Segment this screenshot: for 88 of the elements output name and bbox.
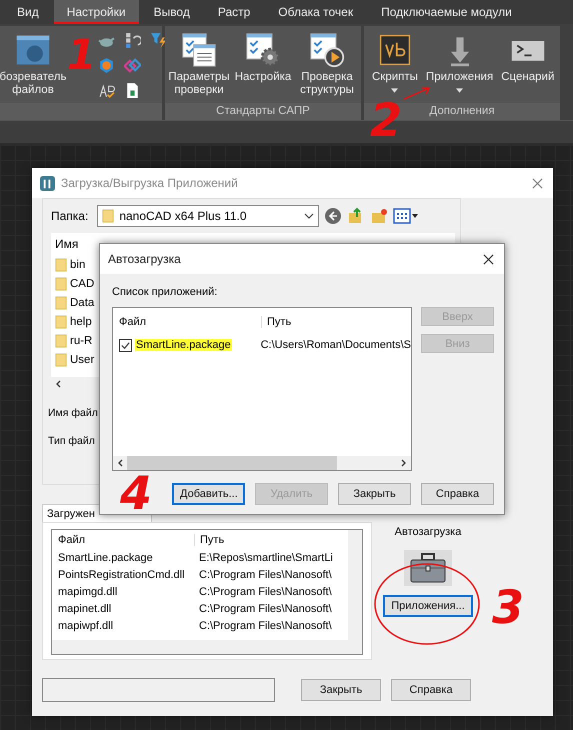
table-cell-text: PointsRegistrationCmd.dll	[57, 568, 186, 580]
checklist-document-icon	[181, 32, 217, 68]
list-label: Список приложений:	[112, 286, 218, 298]
ribbon-button[interactable]: Параметры проверки	[169, 32, 229, 97]
close-icon[interactable]	[483, 254, 494, 264]
folder-icon	[55, 314, 67, 328]
panel-title: Стандарты САПР	[216, 105, 310, 117]
view-menu-icon[interactable]	[393, 207, 420, 225]
table-cell-text: C:\Program Files\Nanosoft\	[198, 586, 332, 598]
window-title: Загрузка/Выгрузка Приложений	[61, 176, 239, 190]
column-header[interactable]: Файл	[52, 534, 194, 546]
annotation-number: 1	[67, 34, 96, 76]
table-cell-text: C:\Program Files\Nanosoft\	[198, 620, 332, 632]
app-logo-icon	[40, 176, 55, 190]
annotation-number: 3	[492, 584, 524, 630]
document-icon[interactable]	[124, 82, 141, 99]
ribbon-button[interactable]: бозреватель файлов	[0, 32, 66, 97]
dialog-button[interactable]: Добавить...	[172, 483, 245, 505]
dialog-button[interactable]: Закрыть	[301, 679, 381, 701]
dialog-button[interactable]: Закрыть	[338, 483, 411, 505]
briefcase-icon	[404, 550, 452, 586]
horizontal-scrollbar[interactable]	[113, 456, 411, 470]
column-header[interactable]: Путь	[261, 316, 292, 328]
back-icon[interactable]	[324, 207, 342, 225]
folder-icon	[55, 352, 67, 366]
table-cell-text: mapimgd.dll	[57, 586, 118, 598]
ribbon-button[interactable]: Скрипты	[372, 32, 418, 93]
list-arrow-icon[interactable]	[124, 32, 141, 49]
scroll-left-icon[interactable]	[55, 380, 61, 388]
folder-label: Папка:	[51, 209, 88, 223]
folder-icon	[55, 334, 67, 348]
annotation-number: 2	[370, 97, 402, 143]
ribbon-tab[interactable]: Облака точек	[265, 0, 366, 24]
filter-lightning-icon[interactable]	[150, 32, 167, 49]
new-folder-icon[interactable]	[370, 207, 388, 225]
file-type-label: Тип файл	[48, 435, 96, 447]
table-cell-text: mapinet.dll	[57, 602, 112, 614]
table-cell-text: C:\Program Files\Nanosoft\	[198, 602, 332, 614]
folder-name[interactable]: bin	[70, 258, 86, 270]
table-cell-text: SmartLine.package	[57, 552, 154, 564]
caret-icon	[456, 88, 464, 93]
ribbon-tab[interactable]: Вид	[4, 0, 52, 24]
applications-button[interactable]: Приложения...	[383, 595, 473, 617]
caret-icon	[391, 88, 398, 93]
folder-icon	[55, 276, 67, 290]
horizontal-scrollbar[interactable]	[52, 640, 362, 654]
table-cell-text: E:\Repos\smartline\SmartLi	[198, 552, 333, 564]
folder-icon	[55, 296, 67, 310]
column-header[interactable]: Файл	[113, 316, 261, 328]
chevron-down-icon	[304, 213, 314, 219]
file-name-label: Имя файл	[48, 407, 99, 419]
ribbon-button[interactable]: Приложения	[426, 32, 494, 93]
panel-title: Дополнения	[429, 105, 495, 117]
ribbon-button[interactable]: Проверка структуры	[297, 32, 357, 97]
folder-name[interactable]: User	[70, 354, 94, 366]
spell-check-icon[interactable]	[98, 82, 115, 99]
vertical-scrollbar[interactable]	[348, 530, 362, 640]
autoload-label: Автозагрузка	[394, 526, 462, 538]
ribbon-button[interactable]: Настройка	[233, 32, 293, 84]
folder-icon	[55, 258, 67, 272]
table-cell-text: C:\Program Files\Nanosoft\	[198, 568, 332, 580]
checklist-play-icon	[309, 32, 345, 68]
checkbox[interactable]	[119, 338, 132, 352]
ribbon-button[interactable]: Сценарий	[501, 32, 554, 84]
hexagon-badge-icon[interactable]	[98, 57, 115, 74]
scroll-right-icon[interactable]	[401, 459, 407, 467]
checklist-gear-icon	[245, 32, 281, 68]
ribbon-tab[interactable]: Настройки	[54, 0, 139, 24]
column-header[interactable]: Имя	[51, 237, 78, 251]
folder-name[interactable]: help	[70, 316, 92, 328]
folder-icon	[102, 209, 114, 223]
annotation-arrow	[402, 86, 432, 100]
column-header[interactable]: Путь	[194, 534, 224, 546]
folder-name[interactable]: Data	[70, 296, 94, 308]
folder-name[interactable]: ru-R	[70, 334, 92, 346]
ribbon-tab[interactable]: Вывод	[140, 0, 203, 24]
file-name: SmartLine.package	[135, 339, 232, 351]
dialog-button[interactable]: Справка	[391, 679, 471, 701]
window-title: Автозагрузка	[108, 252, 182, 266]
scroll-left-icon[interactable]	[117, 459, 123, 467]
folder-name[interactable]: CAD	[70, 278, 94, 290]
scrollbar-thumb[interactable]	[127, 456, 337, 470]
ribbon-tab[interactable]: Растр	[204, 0, 264, 24]
folder-dropdown[interactable]: nanoCAD x64 Plus 11.0	[97, 205, 320, 227]
dialog-button[interactable]: Справка	[421, 483, 494, 505]
ribbon-tab[interactable]: Подключаемые модули	[368, 0, 525, 24]
table-cell-text: mapiwpf.dll	[57, 620, 114, 632]
file-path: C:\Users\Roman\Documents\S	[260, 339, 411, 351]
